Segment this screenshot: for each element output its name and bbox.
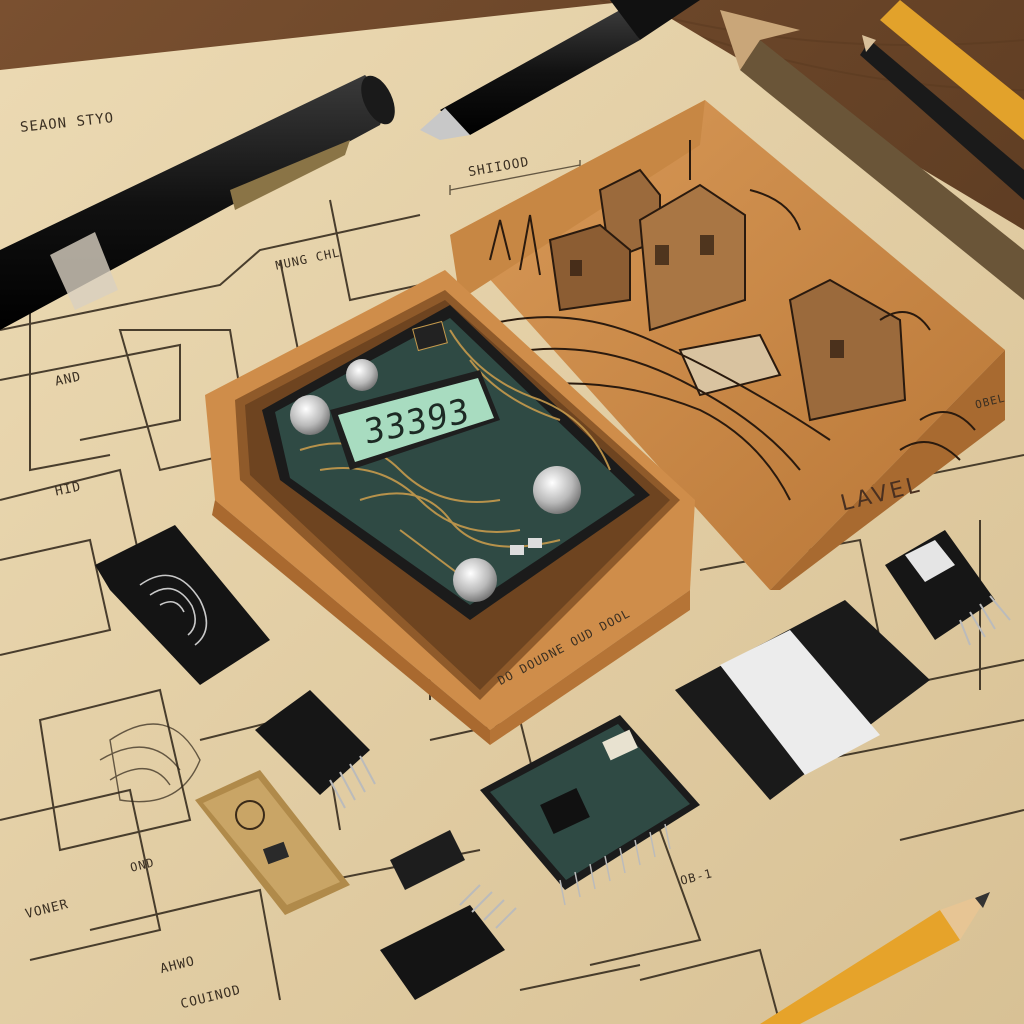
device-button-4: [453, 558, 497, 602]
device-button-2: [346, 359, 378, 391]
photo-scene: SEAON STYO SHIIOOD MUNG CHL AND HID VONE…: [0, 0, 1024, 1024]
scene-illustration: [0, 0, 1024, 1024]
device-button-1: [290, 395, 330, 435]
device-button-3: [533, 466, 581, 514]
